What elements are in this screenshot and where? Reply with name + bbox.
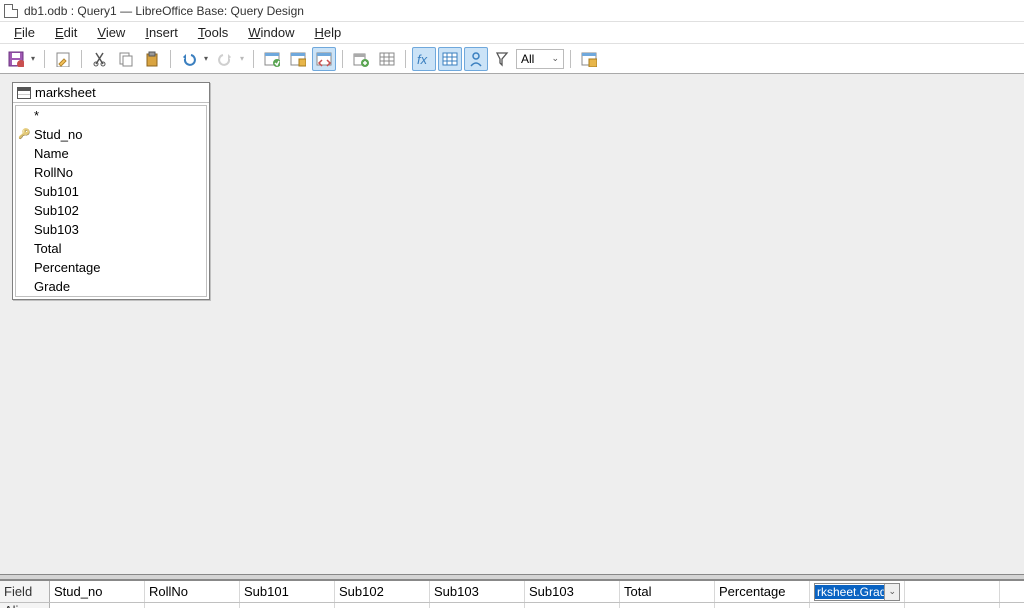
copy-button[interactable]	[114, 47, 138, 71]
grid-field-cell[interactable]: Sub101	[240, 581, 335, 602]
tables-button[interactable]	[375, 47, 399, 71]
table-field[interactable]: RollNo	[16, 163, 206, 182]
limit-select[interactable]: All ⌄	[516, 49, 564, 69]
save-button[interactable]	[4, 47, 28, 71]
field-list[interactable]: *Stud_noNameRollNoSub101Sub102Sub103Tota…	[15, 105, 207, 297]
relation-area[interactable]: marksheet *Stud_noNameRollNoSub101Sub102…	[0, 74, 1024, 554]
grid-alias-cell[interactable]	[50, 603, 145, 608]
grid-alias-cell[interactable]	[240, 603, 335, 608]
grid-field-cell-empty[interactable]	[905, 581, 1000, 602]
menubar: File Edit View Insert Tools Window Help	[0, 22, 1024, 44]
table-field[interactable]: Total	[16, 239, 206, 258]
grid-alias-cells	[50, 603, 1000, 608]
grid-alias-cell[interactable]	[620, 603, 715, 608]
table-name: marksheet	[35, 85, 96, 100]
table-box-title[interactable]: marksheet	[13, 83, 209, 103]
table-field[interactable]: Name	[16, 144, 206, 163]
table-field[interactable]: Sub102	[16, 201, 206, 220]
table-field[interactable]: Grade	[16, 277, 206, 296]
toolbar: ▾ ▾ ▾ fx	[0, 44, 1024, 74]
chevron-down-icon: ⌄	[547, 53, 563, 64]
grid-alias-cell[interactable]	[525, 603, 620, 608]
table-name-button[interactable]	[438, 47, 462, 71]
grid-alias-cell[interactable]	[145, 603, 240, 608]
field-combobox[interactable]: rksheet.Grade⌄	[814, 583, 900, 601]
distinct-button[interactable]	[490, 47, 514, 71]
undo-button[interactable]	[177, 47, 201, 71]
functions-button[interactable]: fx	[412, 47, 436, 71]
edit-mode-button[interactable]	[51, 47, 75, 71]
undo-dropdown[interactable]: ▾	[201, 54, 211, 63]
table-box-marksheet[interactable]: marksheet *Stud_noNameRollNoSub101Sub102…	[12, 82, 210, 300]
cut-button[interactable]	[88, 47, 112, 71]
grid-row-field: Field Stud_noRollNoSub101Sub102Sub103Sub…	[0, 581, 1024, 603]
save-dropdown[interactable]: ▾	[28, 54, 38, 63]
menu-view[interactable]: View	[87, 23, 135, 42]
table-field[interactable]: Sub103	[16, 220, 206, 239]
grid-field-cell[interactable]: Total	[620, 581, 715, 602]
grid-field-cells: Stud_noRollNoSub101Sub102Sub103Sub103Tot…	[50, 581, 1000, 602]
grid-alias-cell[interactable]	[430, 603, 525, 608]
clear-query-button[interactable]	[286, 47, 310, 71]
grid-field-cell[interactable]: Sub102	[335, 581, 430, 602]
grid-header-alias: Alias	[0, 603, 50, 608]
table-field[interactable]: Sub101	[16, 182, 206, 201]
table-field[interactable]: Stud_no	[16, 125, 206, 144]
run-query-button[interactable]	[260, 47, 284, 71]
grid-field-cell[interactable]: Sub103	[525, 581, 620, 602]
menu-tools[interactable]: Tools	[188, 23, 238, 42]
menu-file[interactable]: File	[4, 23, 45, 42]
design-grid: Field Stud_noRollNoSub101Sub102Sub103Sub…	[0, 580, 1024, 608]
query-properties-button[interactable]	[577, 47, 601, 71]
field-combo-value: rksheet.Grade	[815, 585, 884, 599]
paste-button[interactable]	[140, 47, 164, 71]
grid-header-field: Field	[0, 581, 50, 602]
separator	[81, 50, 82, 68]
titlebar: db1.odb : Query1 — LibreOffice Base: Que…	[0, 0, 1024, 22]
grid-alias-cell[interactable]	[905, 603, 1000, 608]
grid-alias-cell[interactable]	[810, 603, 905, 608]
menu-edit[interactable]: Edit	[45, 23, 87, 42]
table-field[interactable]: *	[16, 106, 206, 125]
separator	[405, 50, 406, 68]
design-view-button[interactable]	[312, 47, 336, 71]
grid-field-cell[interactable]: Stud_no	[50, 581, 145, 602]
grid-alias-cell[interactable]	[715, 603, 810, 608]
table-field[interactable]: Percentage	[16, 258, 206, 277]
document-icon	[4, 4, 18, 18]
grid-row-alias: Alias	[0, 603, 1024, 608]
redo-button[interactable]	[213, 47, 237, 71]
grid-field-cell[interactable]: Percentage	[715, 581, 810, 602]
separator	[570, 50, 571, 68]
svg-text:fx: fx	[417, 52, 428, 67]
separator	[170, 50, 171, 68]
window-title: db1.odb : Query1 — LibreOffice Base: Que…	[24, 4, 304, 18]
grid-alias-cell[interactable]	[335, 603, 430, 608]
add-table-button[interactable]	[349, 47, 373, 71]
separator	[253, 50, 254, 68]
grid-field-cell[interactable]: RollNo	[145, 581, 240, 602]
separator	[342, 50, 343, 68]
alias-button[interactable]	[464, 47, 488, 71]
grid-field-cell[interactable]: Sub103	[430, 581, 525, 602]
chevron-down-icon[interactable]: ⌄	[884, 584, 899, 600]
grid-field-cell-editing[interactable]: rksheet.Grade⌄	[810, 581, 905, 602]
separator	[44, 50, 45, 68]
menu-insert[interactable]: Insert	[135, 23, 188, 42]
menu-window[interactable]: Window	[238, 23, 304, 42]
table-icon	[17, 87, 31, 99]
menu-help[interactable]: Help	[304, 23, 351, 42]
redo-dropdown[interactable]: ▾	[237, 54, 247, 63]
limit-value: All	[521, 52, 534, 66]
